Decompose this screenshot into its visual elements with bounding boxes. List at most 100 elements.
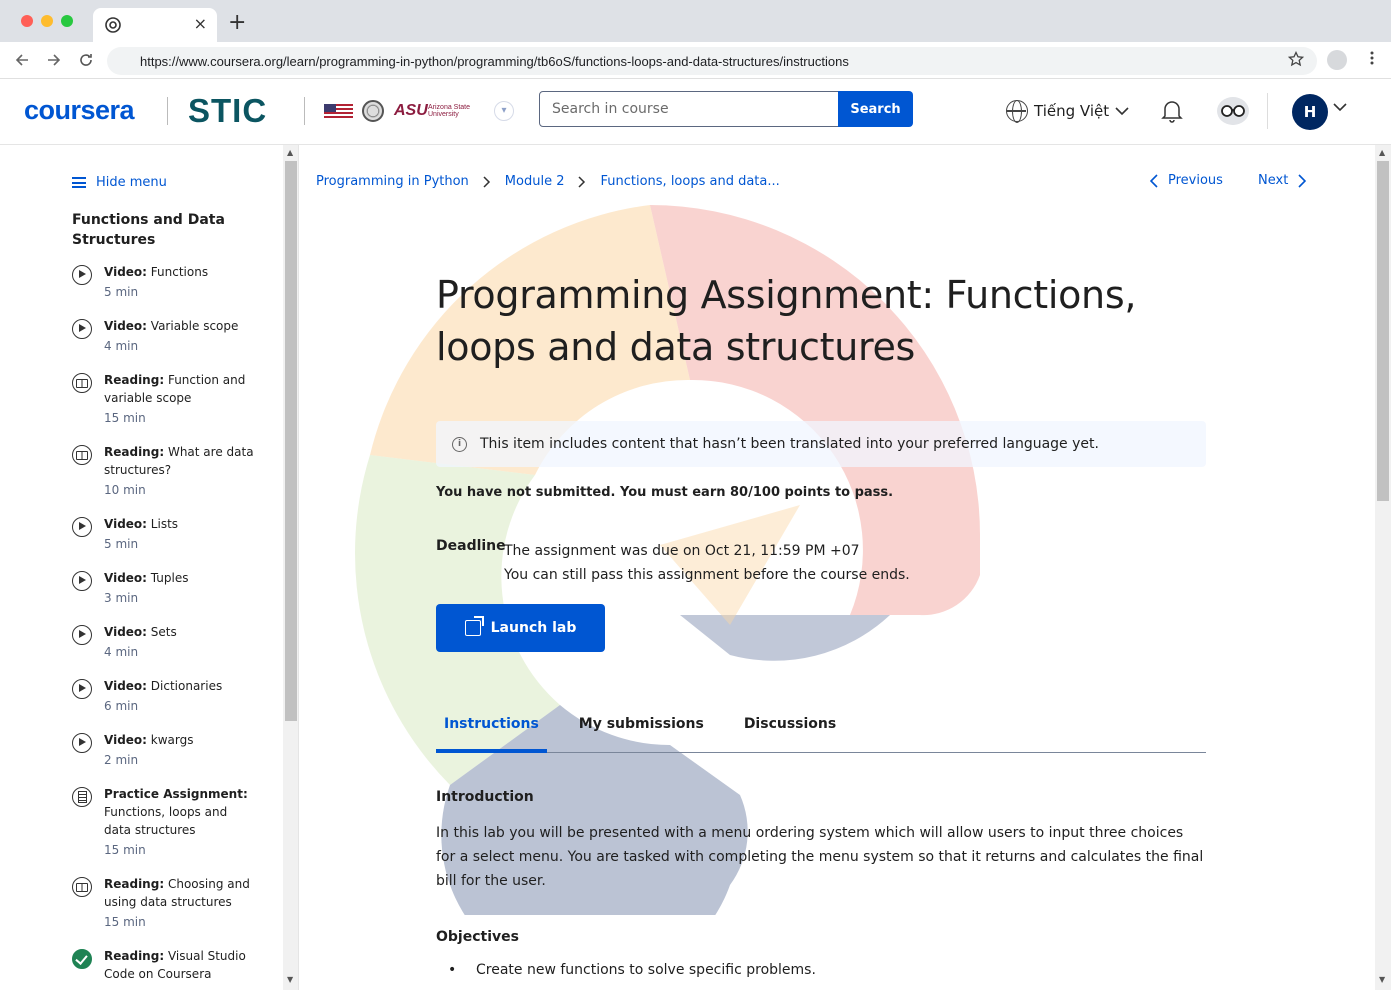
arrow-left-icon[interactable] — [14, 52, 30, 68]
sidebar-item-label: Video: Functions 5 min — [104, 263, 254, 301]
us-flag-logo — [324, 104, 353, 119]
chevron-left-icon — [1150, 173, 1158, 188]
item-duration: 15 min — [104, 915, 146, 929]
search-button[interactable]: Search — [838, 91, 913, 127]
item-duration: 5 min — [104, 285, 139, 299]
maximize-window-button[interactable] — [61, 15, 73, 27]
minimize-window-button[interactable] — [41, 15, 53, 27]
item-type: Video: — [104, 679, 147, 693]
objective-item: Create new functions to solve specific p… — [448, 962, 816, 978]
hide-menu-button[interactable]: Hide menu — [72, 175, 167, 190]
tab-instructions[interactable]: Instructions — [436, 711, 547, 753]
reading-icon — [72, 877, 92, 897]
main-scrollbar[interactable]: ▲ ▼ — [1375, 145, 1391, 990]
chevron-down-icon — [1115, 107, 1129, 116]
info-icon: i — [452, 436, 467, 452]
item-type: Practice Assignment: — [104, 787, 248, 801]
item-name: Tuples — [150, 571, 189, 585]
stic-logo[interactable]: STIC — [188, 92, 267, 130]
account-chevron-down-icon[interactable] — [1333, 102, 1347, 112]
scroll-up-icon[interactable]: ▲ — [287, 148, 293, 157]
scroll-down-icon[interactable]: ▼ — [1379, 975, 1385, 984]
course-sidebar: Hide menu Functions and Data Structures … — [0, 145, 283, 990]
header-divider — [1267, 93, 1268, 129]
sidebar-item-label: Reading: What are data structures? 10 min — [104, 443, 254, 499]
item-type: Video: — [104, 517, 147, 531]
next-label: Next — [1258, 173, 1289, 188]
coach-glasses-icon[interactable] — [1217, 97, 1249, 125]
main-scroll-thumb[interactable] — [1377, 161, 1389, 501]
course-search-input[interactable] — [539, 91, 839, 127]
play-icon — [72, 265, 92, 285]
translation-notice: i This item includes content that hasn’t… — [436, 421, 1206, 467]
deadline-label: Deadline — [436, 538, 506, 554]
play-icon — [72, 319, 92, 339]
tab-close-icon[interactable]: × — [194, 14, 207, 33]
breadcrumb-item[interactable]: Functions, loops and data... — [600, 174, 779, 189]
next-button[interactable]: Next — [1258, 173, 1307, 188]
chevron-right-icon — [578, 175, 586, 188]
breadcrumb: Programming in Python Module 2 Functions… — [316, 174, 780, 189]
play-icon — [72, 625, 92, 645]
sidebar-item-label: Reading: Visual Studio Code on Coursera — [104, 947, 254, 983]
item-name: Variable scope — [150, 319, 239, 333]
site-header: coursera STIC ASU Arizona State Universi… — [0, 79, 1391, 145]
sidebar-item-label: Video: kwargs 2 min — [104, 731, 254, 769]
item-type: Reading: — [104, 373, 165, 387]
sidebar-item-label: Practice Assignment: Functions, loops an… — [104, 785, 254, 859]
asu-logo-subtitle: Arizona State University — [428, 104, 471, 118]
new-tab-button[interactable]: + — [228, 10, 246, 35]
url-text[interactable]: https://www.coursera.org/learn/programmi… — [140, 54, 849, 69]
browser-tab[interactable]: × — [93, 8, 217, 42]
item-duration: 2 min — [104, 753, 139, 767]
item-type: Video: — [104, 733, 147, 747]
external-link-icon — [464, 616, 484, 636]
breadcrumb-course[interactable]: Programming in Python — [316, 174, 469, 189]
profile-icon[interactable] — [1327, 50, 1347, 70]
bookmark-star-icon[interactable] — [1288, 51, 1304, 67]
hide-menu-label: Hide menu — [96, 175, 167, 190]
previous-button[interactable]: Previous — [1150, 173, 1223, 188]
item-type: Reading: — [104, 445, 165, 459]
sidebar-scrollbar[interactable]: ▲ ▼ — [283, 145, 299, 990]
item-name: Lists — [150, 517, 179, 531]
sidebar-item-label: Reading: Function and variable scope 15 m… — [104, 371, 254, 427]
play-icon — [72, 571, 92, 591]
language-selector[interactable]: Tiếng Việt — [1006, 100, 1129, 123]
launch-lab-button[interactable]: Launch lab — [436, 604, 605, 652]
chevron-right-icon — [1298, 173, 1307, 188]
reading-icon — [72, 445, 92, 465]
reload-icon[interactable] — [78, 52, 94, 68]
arrow-right-icon[interactable] — [46, 52, 62, 68]
scroll-down-icon[interactable]: ▼ — [287, 975, 293, 984]
partners-chevron-down-icon[interactable]: ▾ — [494, 101, 514, 121]
deadline-note: You can still pass this assignment befor… — [504, 567, 910, 583]
reading-icon — [72, 373, 92, 393]
logo-divider — [304, 97, 305, 125]
scroll-up-icon[interactable]: ▲ — [1379, 148, 1385, 157]
close-window-button[interactable] — [21, 15, 33, 27]
sidebar-item-label: Video: Lists 5 min — [104, 515, 254, 553]
user-avatar[interactable]: H — [1292, 94, 1328, 130]
assignment-tabs: Instructions My submissions Discussions — [436, 711, 1206, 753]
sidebar-scroll-thumb[interactable] — [285, 161, 297, 721]
item-duration: 4 min — [104, 339, 139, 353]
state-department-seal-logo — [362, 100, 384, 122]
introduction-heading: Introduction — [436, 789, 534, 805]
introduction-text: In this lab you will be presented with a… — [436, 825, 1204, 889]
deadline-text: The assignment was due on Oct 21, 11:59 … — [504, 539, 910, 587]
item-type: Reading: — [104, 949, 165, 963]
item-type: Video: — [104, 319, 147, 333]
completed-check-icon — [72, 949, 92, 969]
item-type: Reading: — [104, 877, 165, 891]
menu-kebab-icon[interactable] — [1364, 50, 1380, 66]
coursera-logo[interactable]: coursera — [24, 95, 135, 126]
breadcrumb-module[interactable]: Module 2 — [505, 174, 565, 189]
sidebar-item-label: Video: Variable scope 4 min — [104, 317, 254, 355]
item-duration: 10 min — [104, 483, 146, 497]
item-duration: 6 min — [104, 699, 139, 713]
notifications-bell-icon[interactable] — [1160, 98, 1184, 124]
tab-discussions[interactable]: Discussions — [736, 711, 844, 752]
tab-my-submissions[interactable]: My submissions — [571, 711, 712, 752]
objective-text: Create new functions to solve specific p… — [476, 962, 816, 978]
